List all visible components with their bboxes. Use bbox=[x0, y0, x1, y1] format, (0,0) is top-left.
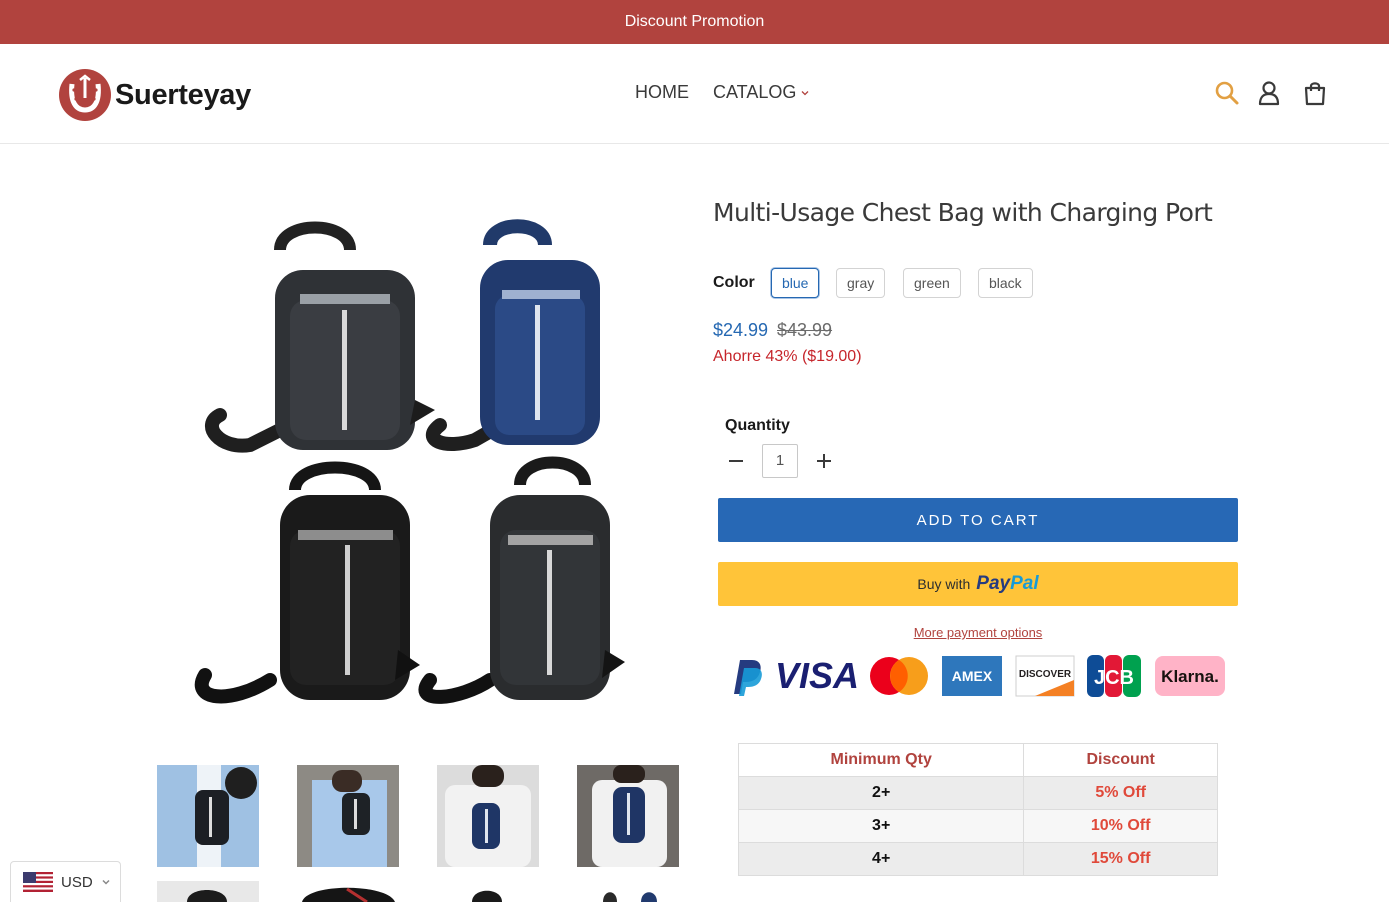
paypal-wordmark: PayPal bbox=[976, 573, 1039, 594]
chest-bags-image bbox=[190, 210, 640, 720]
payment-icons: VISA AMEX DISCOVER JCB Klarna. bbox=[726, 654, 1231, 698]
product-thumbnail-1[interactable] bbox=[157, 765, 259, 867]
tier-discount: 15% Off bbox=[1023, 842, 1218, 876]
table-row: 3+ 10% Off bbox=[737, 809, 1218, 843]
product-thumbnail-7[interactable] bbox=[437, 881, 539, 902]
product-thumbnail-8[interactable] bbox=[577, 881, 679, 902]
store-logo[interactable]: Suerteyay bbox=[58, 68, 251, 122]
visa-icon: VISA bbox=[775, 655, 859, 696]
table-row: 4+ 15% Off bbox=[737, 842, 1218, 876]
color-option-black[interactable]: black bbox=[978, 268, 1033, 298]
product-title: Multi-Usage Chest Bag with Charging Port bbox=[713, 198, 1213, 227]
horseshoe-logo-icon bbox=[59, 69, 111, 121]
cart-button[interactable] bbox=[1300, 78, 1330, 108]
currency-selector[interactable]: USD bbox=[10, 861, 121, 902]
color-option-gray[interactable]: gray bbox=[836, 268, 886, 298]
amex-icon: AMEX bbox=[942, 656, 1002, 696]
header-min-qty: Minimum Qty bbox=[737, 743, 1025, 777]
thumbnail-image bbox=[437, 765, 539, 867]
announcement-text: Discount Promotion bbox=[624, 13, 765, 30]
product-thumbnail-3[interactable] bbox=[437, 765, 539, 867]
currency-code: USD bbox=[61, 873, 93, 891]
header-discount: Discount bbox=[1023, 743, 1218, 777]
account-icon bbox=[1258, 81, 1280, 106]
search-button[interactable] bbox=[1212, 78, 1242, 108]
tier-qty: 2+ bbox=[737, 776, 1025, 810]
thumbnail-image bbox=[297, 765, 399, 867]
jcb-icon: JCB bbox=[1087, 655, 1141, 697]
brand-name: Suerteyay bbox=[115, 78, 251, 111]
product-thumbnail-6[interactable] bbox=[297, 881, 399, 902]
main-nav: HOME CATALOG bbox=[635, 82, 809, 103]
us-flag-icon bbox=[23, 872, 53, 892]
minus-icon bbox=[729, 460, 743, 462]
nav-catalog-label: CATALOG bbox=[713, 82, 797, 102]
jcb-logo-text: JCB bbox=[1094, 667, 1134, 689]
quantity-discount-table: Minimum Qty Discount 2+ 5% Off 3+ 10% Of… bbox=[737, 743, 1218, 876]
add-to-cart-button[interactable]: ADD TO CART bbox=[718, 498, 1238, 542]
savings-text: Ahorre 43% ($19.00) bbox=[713, 348, 862, 365]
discover-logo-text: DISCOVER bbox=[1019, 669, 1072, 680]
compare-at-price: $43.99 bbox=[777, 320, 833, 340]
chevron-down-icon bbox=[102, 879, 110, 885]
thumbnail-image bbox=[577, 765, 679, 867]
tier-qty: 4+ bbox=[737, 842, 1025, 876]
thumbnail-image bbox=[157, 881, 259, 902]
quantity-increase-button[interactable] bbox=[811, 448, 837, 474]
tier-discount: 5% Off bbox=[1023, 776, 1218, 810]
tier-discount: 10% Off bbox=[1023, 809, 1218, 843]
thumbnail-image bbox=[437, 881, 539, 902]
paypal-checkout-button[interactable]: Buy with PayPal bbox=[718, 562, 1238, 606]
product-thumbnail-2[interactable] bbox=[297, 765, 399, 867]
color-option-blue[interactable]: blue bbox=[771, 268, 820, 298]
discover-icon: DISCOVER bbox=[1015, 655, 1075, 697]
thumbnail-image bbox=[297, 881, 399, 902]
product-thumbnail-4[interactable] bbox=[577, 765, 679, 867]
tier-qty: 3+ bbox=[737, 809, 1025, 843]
sale-price: $24.99 bbox=[713, 320, 769, 340]
product-thumbnail-5[interactable] bbox=[157, 881, 259, 902]
chevron-down-icon bbox=[801, 90, 809, 95]
klarna-icon: Klarna. bbox=[1155, 656, 1225, 696]
cart-icon bbox=[1304, 82, 1326, 106]
table-row: 2+ 5% Off bbox=[737, 776, 1218, 810]
thumbnail-image bbox=[157, 765, 259, 867]
account-button[interactable] bbox=[1254, 78, 1284, 108]
paypal-icon bbox=[734, 660, 762, 696]
paypal-prefix: Buy with bbox=[917, 576, 971, 592]
nav-home[interactable]: HOME bbox=[635, 82, 689, 103]
nav-catalog[interactable]: CATALOG bbox=[713, 82, 809, 103]
color-label: Color bbox=[713, 274, 755, 291]
site-header: Suerteyay HOME CATALOG bbox=[0, 44, 1389, 144]
product-main-image[interactable] bbox=[190, 210, 640, 720]
amex-logo-text: AMEX bbox=[952, 668, 993, 684]
klarna-logo-text: Klarna. bbox=[1161, 667, 1219, 686]
search-icon bbox=[1215, 81, 1239, 105]
header-icons bbox=[1212, 78, 1330, 108]
thumbnail-image bbox=[577, 881, 679, 902]
more-payment-options-link[interactable]: More payment options bbox=[718, 625, 1238, 640]
color-option-green[interactable]: green bbox=[903, 268, 961, 298]
announcement-bar: Discount Promotion bbox=[0, 0, 1389, 44]
quantity-label: Quantity bbox=[725, 417, 790, 434]
nav-home-label: HOME bbox=[635, 82, 689, 102]
mastercard-icon bbox=[870, 657, 928, 695]
visa-logo-text: VISA bbox=[775, 655, 859, 696]
plus-icon bbox=[817, 454, 831, 468]
quantity-input[interactable]: 1 bbox=[762, 444, 798, 478]
quantity-decrease-button[interactable] bbox=[723, 448, 749, 474]
